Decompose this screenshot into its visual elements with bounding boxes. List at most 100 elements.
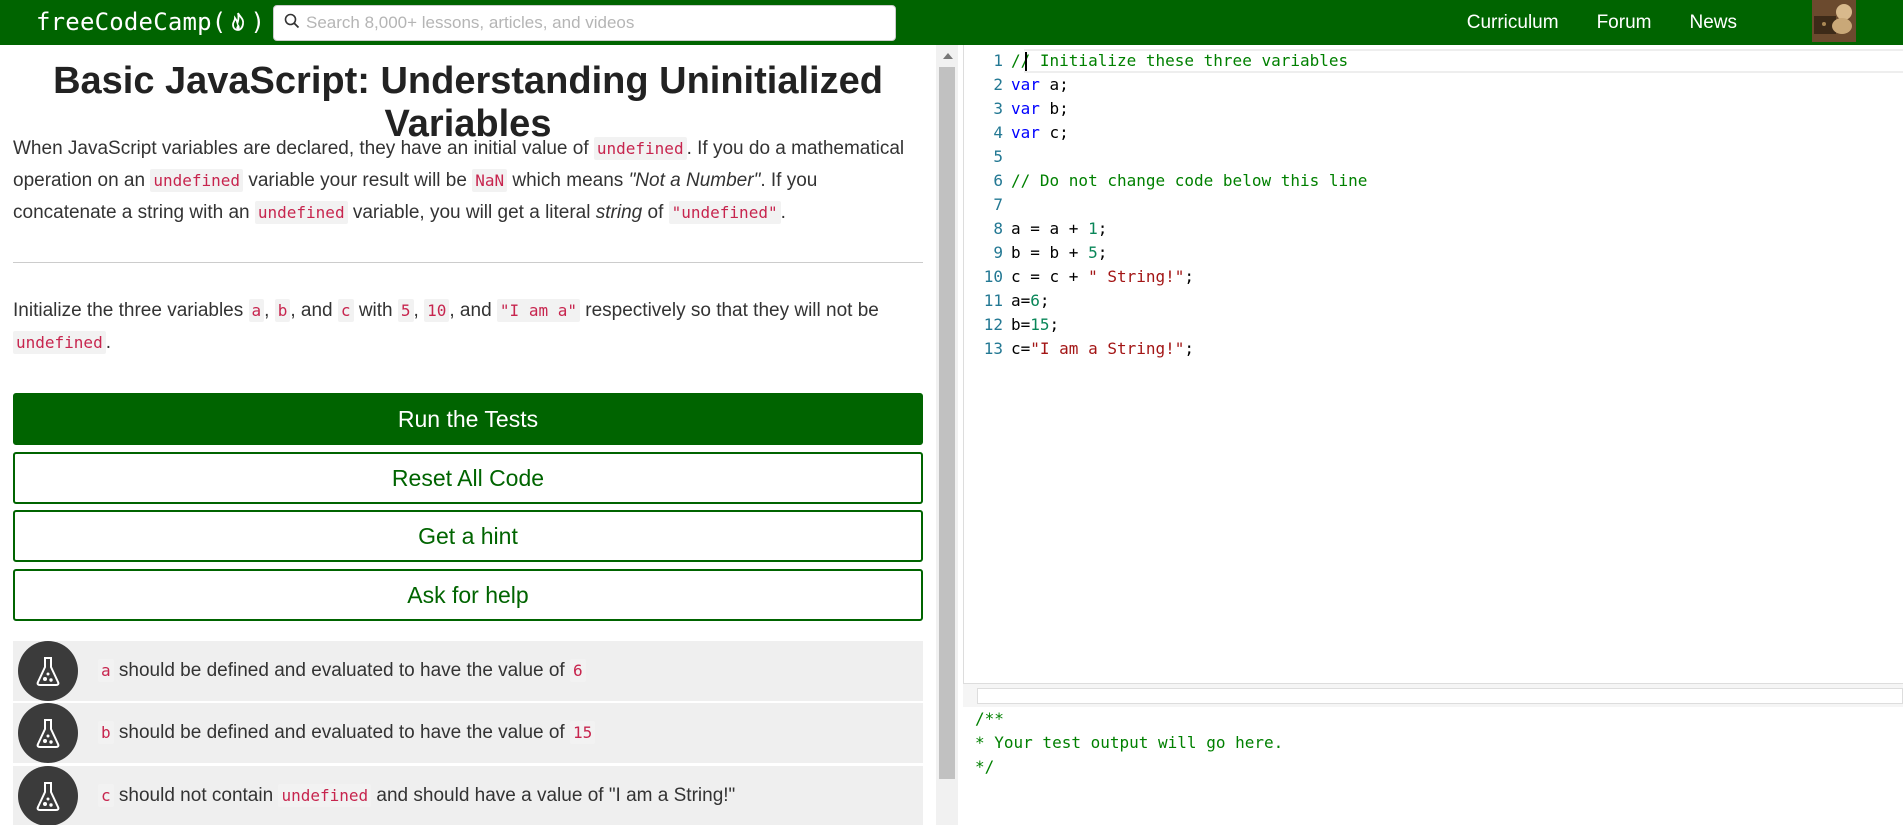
code-text: c="I am a String!"; — [1011, 337, 1194, 361]
test-item: c should not contain undefined and shoul… — [13, 766, 923, 825]
line-number: 3 — [993, 99, 1003, 118]
code-line[interactable]: 6 // Do not change code below this line — [964, 169, 1367, 193]
code-line[interactable]: 3 var b; — [964, 97, 1367, 121]
search-icon — [284, 13, 300, 34]
code-token: 6 — [1030, 291, 1040, 310]
text: of — [642, 202, 669, 223]
emphasis: "Not a Number" — [628, 170, 761, 191]
code-text: var c; — [1011, 121, 1069, 145]
code-token: b = b + — [1011, 243, 1089, 262]
code-token: a = a + — [1011, 219, 1089, 238]
code-line[interactable]: 13 c="I am a String!"; — [964, 337, 1367, 361]
text: should be defined and evaluated to have … — [113, 660, 570, 681]
code-token: a; — [1039, 75, 1069, 94]
code-line[interactable]: 4 var c; — [964, 121, 1367, 145]
code-text: c = c + " String!"; — [1011, 265, 1194, 289]
reset-code-button[interactable]: Reset All Code — [13, 452, 923, 504]
line-number: 7 — [993, 195, 1003, 214]
text-cursor — [1025, 52, 1027, 71]
nav-link-forum[interactable]: Forum — [1597, 12, 1652, 34]
code-lines[interactable]: 1 // Initialize these three variables 2 var… — [964, 49, 1368, 361]
text: , — [413, 300, 425, 321]
code-line[interactable]: 2 var a; — [964, 73, 1367, 97]
scrollbar-thumb[interactable] — [939, 67, 955, 779]
code-line[interactable]: 9 b = b + 5; — [964, 241, 1367, 265]
code-token: b= — [1011, 315, 1031, 334]
inline-code: undefined — [150, 169, 244, 192]
inline-code: undefined — [278, 784, 372, 807]
test-output-panel: /** * Your test output will go here. */ — [963, 707, 1903, 825]
code-token: var — [1011, 99, 1040, 118]
code-line[interactable]: 12 b=15; — [964, 313, 1367, 337]
text: Initialize the three variables — [13, 300, 249, 321]
line-number: 12 — [983, 315, 1003, 334]
test-item: b should be defined and evaluated to hav… — [13, 703, 923, 763]
code-line[interactable]: 5 — [964, 145, 1367, 169]
inline-code: a — [98, 659, 114, 682]
inline-code: b — [98, 721, 114, 744]
avatar[interactable] — [1812, 0, 1856, 42]
code-token: ; — [1184, 339, 1195, 358]
text: and should have a value of "I am a Strin… — [371, 785, 736, 806]
code-token: 15 — [1030, 315, 1050, 334]
code-editor[interactable]: 1 // Initialize these three variables 2 var… — [963, 45, 1903, 683]
nav-link-news[interactable]: News — [1689, 12, 1737, 34]
inline-code: c — [98, 784, 114, 807]
code-line[interactable]: 11 a=6; — [964, 289, 1367, 313]
scroll-up-arrow-icon[interactable] — [943, 53, 953, 59]
text: . — [105, 332, 111, 353]
inline-code: 10 — [424, 299, 450, 322]
text: , — [264, 300, 275, 321]
get-hint-button[interactable]: Get a hint — [13, 510, 923, 562]
line-number: 2 — [993, 75, 1003, 94]
line-number: 5 — [993, 147, 1003, 166]
line-number: 4 — [993, 123, 1003, 142]
flask-icon — [18, 766, 78, 825]
search-bar — [273, 5, 896, 41]
code-line[interactable]: 10 c = c + " String!"; — [964, 265, 1367, 289]
line-number: 6 — [993, 171, 1003, 190]
flask-icon — [18, 703, 78, 763]
logo-suffix: ) — [250, 8, 266, 36]
code-text: b=15; — [1011, 313, 1059, 337]
code-line[interactable]: 7 — [964, 193, 1367, 217]
code-text: // Initialize these three variables — [1011, 49, 1348, 73]
flask-icon — [18, 641, 78, 701]
test-text: a should be defined and evaluated to hav… — [98, 659, 586, 682]
code-token: 1 — [1088, 219, 1098, 238]
inline-code: b — [274, 299, 291, 322]
inline-code: undefined — [13, 331, 106, 354]
splitter-handle[interactable] — [977, 688, 1903, 704]
code-text: // Do not change code below this line — [1011, 169, 1367, 193]
ask-for-help-button[interactable]: Ask for help — [13, 569, 923, 621]
instructions-pane: Basic JavaScript: Understanding Uninitia… — [0, 45, 936, 825]
fcc-logo[interactable]: freeCodeCamp( ) — [36, 6, 265, 38]
code-token: var — [1011, 75, 1040, 94]
inline-code: a — [248, 299, 265, 322]
code-token: ; — [1039, 291, 1050, 310]
code-line[interactable]: 8 a = a + 1; — [964, 217, 1367, 241]
line-number: 8 — [993, 219, 1003, 238]
code-token: b; — [1039, 99, 1069, 118]
search-input[interactable] — [306, 13, 886, 33]
nav-link-curriculum[interactable]: Curriculum — [1467, 12, 1559, 34]
instructions-scrollbar[interactable] — [936, 45, 958, 825]
text: should not contain — [113, 785, 279, 806]
output-line: * Your test output will go here. — [975, 733, 1284, 752]
code-token: ; — [1097, 243, 1108, 262]
code-token: c= — [1011, 339, 1031, 358]
top-nav: freeCodeCamp( ) Curriculum Forum News — [0, 0, 1903, 45]
code-token: 5 — [1088, 243, 1098, 262]
text: When JavaScript variables are declared, … — [13, 138, 594, 159]
inline-code: "I am a" — [496, 299, 580, 322]
inline-code: 5 — [397, 299, 414, 322]
code-token: ; — [1184, 267, 1195, 286]
inline-code: 15 — [570, 721, 596, 744]
pane-splitter[interactable] — [963, 683, 1903, 707]
code-text: a=6; — [1011, 289, 1050, 313]
text: , and — [290, 300, 338, 321]
inline-code: 6 — [570, 659, 586, 682]
code-token: // Do not change code below this line — [1011, 171, 1368, 190]
code-text: var b; — [1011, 97, 1069, 121]
run-tests-button[interactable]: Run the Tests — [13, 393, 923, 445]
